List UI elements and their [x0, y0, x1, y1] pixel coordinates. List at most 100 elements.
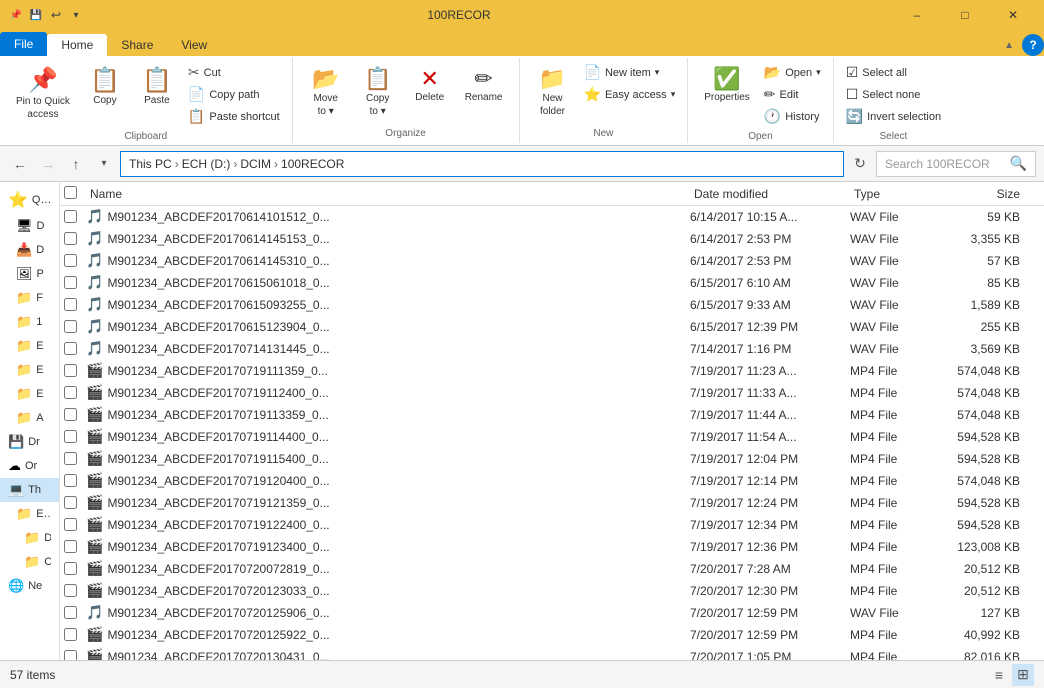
- large-icons-view-button[interactable]: ⊞: [1012, 664, 1034, 686]
- sidebar-item-ech[interactable]: 📁 EC: [0, 502, 59, 526]
- path-ech[interactable]: ECH (D:): [182, 157, 231, 171]
- file-checkbox-19[interactable]: [64, 628, 77, 641]
- table-row[interactable]: 🎵 M901234_ABCDEF20170720125906_0... 7/20…: [60, 602, 1044, 624]
- table-row[interactable]: 🎵 M901234_ABCDEF20170615061018_0... 6/15…: [60, 272, 1044, 294]
- table-row[interactable]: 🎵 M901234_ABCDEF20170615123904_0... 6/15…: [60, 316, 1044, 338]
- row-checkbox[interactable]: [64, 474, 86, 487]
- file-checkbox-12[interactable]: [64, 474, 77, 487]
- table-row[interactable]: 🎵 M901234_ABCDEF20170614145310_0... 6/14…: [60, 250, 1044, 272]
- path-100recor[interactable]: 100RECOR: [281, 157, 344, 171]
- copy-button[interactable]: 📋 Copy: [80, 62, 130, 110]
- row-checkbox[interactable]: [64, 650, 86, 660]
- file-checkbox-15[interactable]: [64, 540, 77, 553]
- row-checkbox[interactable]: [64, 342, 86, 355]
- details-view-button[interactable]: ≡: [988, 664, 1010, 686]
- collapse-ribbon-button[interactable]: ▲: [1004, 40, 1014, 51]
- pin-icon[interactable]: 📌: [8, 7, 24, 23]
- file-checkbox-13[interactable]: [64, 496, 77, 509]
- file-checkbox-10[interactable]: [64, 430, 77, 443]
- table-row[interactable]: 🎬 M901234_ABCDEF20170720125922_0... 7/20…: [60, 624, 1044, 646]
- header-size[interactable]: Size: [940, 185, 1040, 203]
- path-thispc[interactable]: This PC: [129, 157, 172, 171]
- up-button[interactable]: ↑: [64, 152, 88, 176]
- minimize-button[interactable]: –: [894, 0, 940, 30]
- sidebar-item-local1[interactable]: 📁 D: [0, 526, 59, 550]
- easy-access-button[interactable]: ⭐ Easy access ▾: [580, 84, 680, 105]
- properties-button[interactable]: ✅ Properties: [696, 62, 758, 107]
- table-row[interactable]: 🎬 M901234_ABCDEF20170719123400_0... 7/19…: [60, 536, 1044, 558]
- sidebar-item-pictures[interactable]: 🖼 P: [0, 262, 59, 286]
- table-row[interactable]: 🎬 M901234_ABCDEF20170719120400_0... 7/19…: [60, 470, 1044, 492]
- row-checkbox[interactable]: [64, 254, 86, 267]
- header-checkbox[interactable]: [64, 186, 86, 202]
- table-row[interactable]: 🎬 M901234_ABCDEF20170720072819_0... 7/20…: [60, 558, 1044, 580]
- table-row[interactable]: 🎬 M901234_ABCDEF20170719111359_0... 7/19…: [60, 360, 1044, 382]
- search-box[interactable]: Search 100RECOR 🔍: [876, 151, 1036, 177]
- row-checkbox[interactable]: [64, 584, 86, 597]
- sidebar-item-a[interactable]: 📁 A: [0, 406, 59, 430]
- row-checkbox[interactable]: [64, 386, 86, 399]
- cut-button[interactable]: ✂ Cut: [184, 62, 284, 83]
- file-checkbox-3[interactable]: [64, 276, 77, 289]
- sidebar-item-thispc[interactable]: 💻 Th: [0, 478, 59, 502]
- table-row[interactable]: 🎬 M901234_ABCDEF20170719114400_0... 7/19…: [60, 426, 1044, 448]
- row-checkbox[interactable]: [64, 518, 86, 531]
- delete-button[interactable]: ✕ Delete: [405, 62, 455, 107]
- row-checkbox[interactable]: [64, 496, 86, 509]
- row-checkbox[interactable]: [64, 606, 86, 619]
- pin-to-quick-access-button[interactable]: 📌 Pin to Quickaccess: [8, 62, 78, 125]
- row-checkbox[interactable]: [64, 232, 86, 245]
- sidebar-item-desktop[interactable]: 🖥 D: [0, 214, 59, 238]
- row-checkbox[interactable]: [64, 562, 86, 575]
- close-button[interactable]: ✕: [990, 0, 1036, 30]
- table-row[interactable]: 🎬 M901234_ABCDEF20170720130431_0... 7/20…: [60, 646, 1044, 660]
- maximize-button[interactable]: □: [942, 0, 988, 30]
- help-button[interactable]: ?: [1022, 34, 1044, 56]
- paste-shortcut-button[interactable]: 📋 Paste shortcut: [184, 106, 284, 127]
- row-checkbox[interactable]: [64, 452, 86, 465]
- sidebar-item-downloads[interactable]: 📥 D: [0, 238, 59, 262]
- row-checkbox[interactable]: [64, 210, 86, 223]
- sidebar-item-e2[interactable]: 📁 E: [0, 358, 59, 382]
- file-checkbox-1[interactable]: [64, 232, 77, 245]
- file-checkbox-16[interactable]: [64, 562, 77, 575]
- file-checkbox-4[interactable]: [64, 298, 77, 311]
- file-checkbox-18[interactable]: [64, 606, 77, 619]
- file-checkbox-8[interactable]: [64, 386, 77, 399]
- row-checkbox[interactable]: [64, 540, 86, 553]
- new-item-button[interactable]: 📄 New item ▾: [580, 62, 680, 83]
- table-row[interactable]: 🎬 M901234_ABCDEF20170719122400_0... 7/19…: [60, 514, 1044, 536]
- row-checkbox[interactable]: [64, 364, 86, 377]
- sidebar-item-e1[interactable]: 📁 E: [0, 334, 59, 358]
- file-checkbox-11[interactable]: [64, 452, 77, 465]
- rename-button[interactable]: ✏ Rename: [457, 62, 511, 107]
- file-checkbox-17[interactable]: [64, 584, 77, 597]
- forward-button[interactable]: →: [36, 152, 60, 176]
- header-date[interactable]: Date modified: [690, 185, 850, 203]
- tab-file[interactable]: File: [0, 32, 47, 56]
- row-checkbox[interactable]: [64, 320, 86, 333]
- select-all-button[interactable]: ☑ Select all: [842, 62, 945, 83]
- row-checkbox[interactable]: [64, 276, 86, 289]
- recent-locations-button[interactable]: ▾: [92, 152, 116, 176]
- file-checkbox-6[interactable]: [64, 342, 77, 355]
- copy-to-button[interactable]: 📋 Copyto ▾: [353, 62, 403, 122]
- row-checkbox[interactable]: [64, 430, 86, 443]
- tab-home[interactable]: Home: [47, 34, 107, 56]
- sidebar-item-quick-access[interactable]: ⭐ Qu...: [0, 186, 59, 214]
- file-checkbox-7[interactable]: [64, 364, 77, 377]
- select-all-checkbox[interactable]: [64, 186, 77, 199]
- header-type[interactable]: Type: [850, 185, 940, 203]
- copy-path-button[interactable]: 📄 Copy path: [184, 84, 284, 105]
- open-button[interactable]: 📂 Open ▾: [760, 62, 825, 83]
- paste-button[interactable]: 📋 Paste: [132, 62, 182, 110]
- table-row[interactable]: 🎵 M901234_ABCDEF20170614101512_0... 6/14…: [60, 206, 1044, 228]
- select-none-button[interactable]: ☐ Select none: [842, 84, 945, 105]
- file-checkbox-20[interactable]: [64, 650, 77, 660]
- sidebar-item-f1[interactable]: 📁 F: [0, 286, 59, 310]
- table-row[interactable]: 🎵 M901234_ABCDEF20170615093255_0... 6/15…: [60, 294, 1044, 316]
- sidebar-item-onedrive[interactable]: ☁ Or: [0, 454, 59, 478]
- refresh-button[interactable]: ↻: [848, 152, 872, 176]
- row-checkbox[interactable]: [64, 628, 86, 641]
- history-button[interactable]: 🕐 History: [760, 106, 825, 127]
